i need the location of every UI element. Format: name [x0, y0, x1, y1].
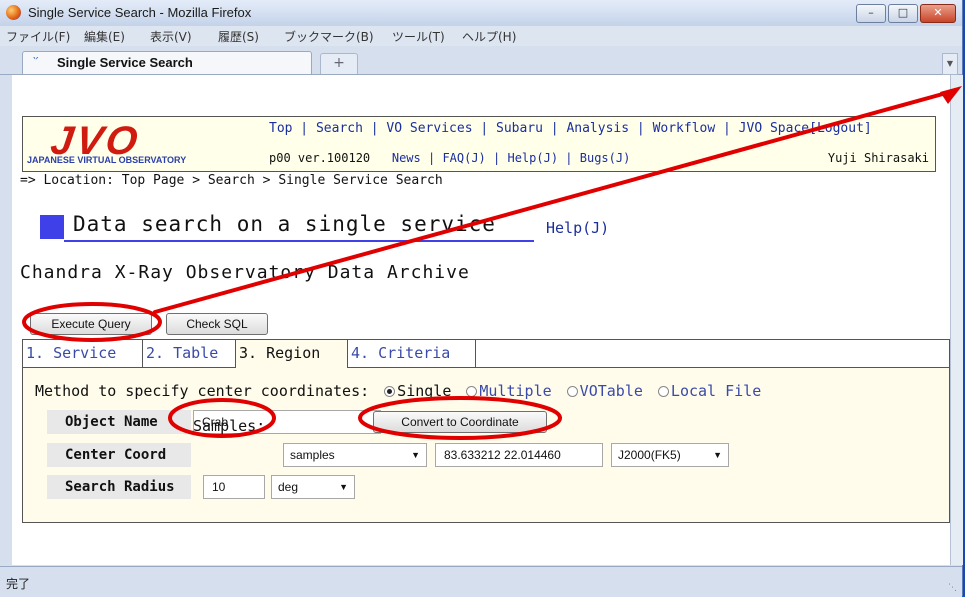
samples-label: Samples:: [193, 417, 266, 435]
tab-service[interactable]: 1. Service: [23, 340, 143, 367]
radio-local-file[interactable]: [657, 386, 669, 397]
nav-help[interactable]: Help(J): [507, 151, 558, 165]
nav-subaru[interactable]: Subaru: [496, 121, 543, 136]
search-radius-input[interactable]: 10: [203, 475, 265, 499]
nav-news[interactable]: News: [392, 151, 421, 165]
menu-view[interactable]: 表示(V): [150, 28, 192, 45]
search-radius-label: Search Radius: [47, 475, 191, 499]
maximize-button[interactable]: □: [888, 4, 918, 23]
nav-jvo-space[interactable]: JVO Space: [739, 121, 809, 136]
close-button[interactable]: ✕: [920, 4, 956, 23]
menu-edit[interactable]: 編集(E): [84, 28, 125, 45]
jvo-logo-subtitle: JAPANESE VIRTUAL OBSERVATORY: [27, 155, 187, 165]
nav-search[interactable]: Search: [316, 121, 363, 136]
nav-workflow[interactable]: Workflow: [653, 121, 716, 136]
window-title: Single Service Search - Mozilla Firefox: [28, 5, 252, 20]
page-title: Data search on a single service: [73, 212, 496, 236]
nav-faq[interactable]: FAQ(J): [442, 151, 485, 165]
tab-table[interactable]: 2. Table: [143, 340, 236, 367]
tab-list-chevron-icon[interactable]: ▼: [942, 53, 958, 75]
nav-analysis[interactable]: Analysis: [566, 121, 629, 136]
method-label: Method to specify center coordinates:: [35, 382, 370, 400]
heading-accent: [40, 215, 64, 239]
radio-votable[interactable]: [566, 386, 578, 397]
menu-bookmarks[interactable]: ブックマーク(B): [284, 28, 374, 45]
breadcrumb-prefix: => Location:: [20, 173, 114, 188]
radio-votable-label[interactable]: VOTable: [580, 382, 643, 400]
radio-single[interactable]: [384, 386, 396, 397]
radio-single-label[interactable]: Single: [397, 382, 451, 400]
menu-history[interactable]: 履歴(S): [218, 28, 259, 45]
main-nav: Top | Search | VO Services | Subaru | An…: [269, 121, 872, 136]
nav-vo-services[interactable]: VO Services: [386, 121, 472, 136]
browser-window: Single Service Search - Mozilla Firefox …: [0, 0, 963, 597]
region-panel: Method to specify center coordinates: Si…: [23, 368, 949, 522]
title-bar: Single Service Search - Mozilla Firefox …: [0, 0, 962, 26]
jvo-header: JVO JAPANESE VIRTUAL OBSERVATORY Top | S…: [22, 116, 936, 172]
execute-query-button[interactable]: Execute Query: [30, 313, 152, 335]
nav-top[interactable]: Top: [269, 121, 292, 136]
method-row: Method to specify center coordinates: Si…: [35, 382, 761, 400]
tab-criteria[interactable]: 4. Criteria: [348, 340, 476, 367]
object-name-label: Object Name: [47, 410, 191, 434]
menu-tools[interactable]: ツール(T): [392, 28, 445, 45]
firefox-icon: [6, 5, 21, 20]
breadcrumb-current: Single Service Search: [278, 173, 443, 188]
chevron-down-icon: ▼: [713, 450, 722, 460]
minimize-button[interactable]: –: [856, 4, 886, 23]
breadcrumb: => Location: Top Page > Search > Single …: [20, 173, 443, 188]
check-sql-button[interactable]: Check SQL: [166, 313, 268, 335]
convert-to-coordinate-button[interactable]: Convert to Coordinate: [373, 411, 547, 433]
logout-link[interactable]: [Logout]: [809, 121, 872, 136]
new-tab-button[interactable]: +: [320, 53, 358, 74]
coord-system-select[interactable]: J2000(FK5) ▼: [611, 443, 729, 467]
search-form: 1. Service 2. Table 3. Region 4. Criteri…: [22, 339, 950, 523]
chevron-down-icon: ▼: [339, 482, 348, 492]
radio-local-file-label[interactable]: Local File: [671, 382, 761, 400]
samples-select-value: samples: [290, 448, 335, 462]
form-tabs: 1. Service 2. Table 3. Region 4. Criteri…: [23, 340, 949, 368]
radius-unit-value: deg: [278, 480, 299, 494]
sub-nav: p00 ver.100120 News | FAQ(J) | Help(J) |…: [269, 151, 631, 165]
coord-system-value: J2000(FK5): [618, 448, 681, 462]
archive-title: Chandra X-Ray Observatory Data Archive: [20, 262, 470, 283]
vertical-scrollbar[interactable]: [950, 75, 963, 565]
breadcrumb-top-page[interactable]: Top Page: [122, 173, 185, 188]
radio-multiple-label[interactable]: Multiple: [479, 382, 551, 400]
heading-underline: [64, 240, 534, 242]
center-coord-label: Center Coord: [47, 443, 191, 467]
menu-file[interactable]: ファイル(F): [6, 28, 70, 45]
breadcrumb-search[interactable]: Search: [208, 173, 255, 188]
center-coord-input[interactable]: 83.633212 22.014460: [435, 443, 603, 467]
browser-tab-label: Single Service Search: [57, 55, 193, 70]
menu-help[interactable]: ヘルプ(H): [462, 28, 516, 45]
chevron-down-icon: ▼: [411, 450, 420, 460]
radius-unit-select[interactable]: deg ▼: [271, 475, 355, 499]
browser-tab-strip: ‵′ Single Service Search + ▼: [0, 46, 962, 75]
browser-tab-single-service-search[interactable]: ‵′ Single Service Search: [22, 51, 312, 74]
radio-multiple[interactable]: [466, 386, 478, 397]
nav-bugs[interactable]: Bugs(J): [580, 151, 631, 165]
user-name: Yuji Shirasaki: [827, 151, 929, 165]
status-bar: 完了 ⋱: [0, 566, 962, 597]
jvo-favicon-icon: ‵′: [33, 55, 39, 69]
samples-select[interactable]: samples ▼: [283, 443, 427, 467]
help-link[interactable]: Help(J): [546, 219, 609, 237]
version-label: p00 ver.100120: [269, 151, 371, 165]
resize-grip-icon[interactable]: ⋱: [948, 583, 958, 593]
menu-bar: ファイル(F) 編集(E) 表示(V) 履歴(S) ブックマーク(B) ツール(…: [0, 26, 962, 46]
status-text: 完了: [6, 577, 31, 591]
tab-region[interactable]: 3. Region: [236, 340, 348, 368]
